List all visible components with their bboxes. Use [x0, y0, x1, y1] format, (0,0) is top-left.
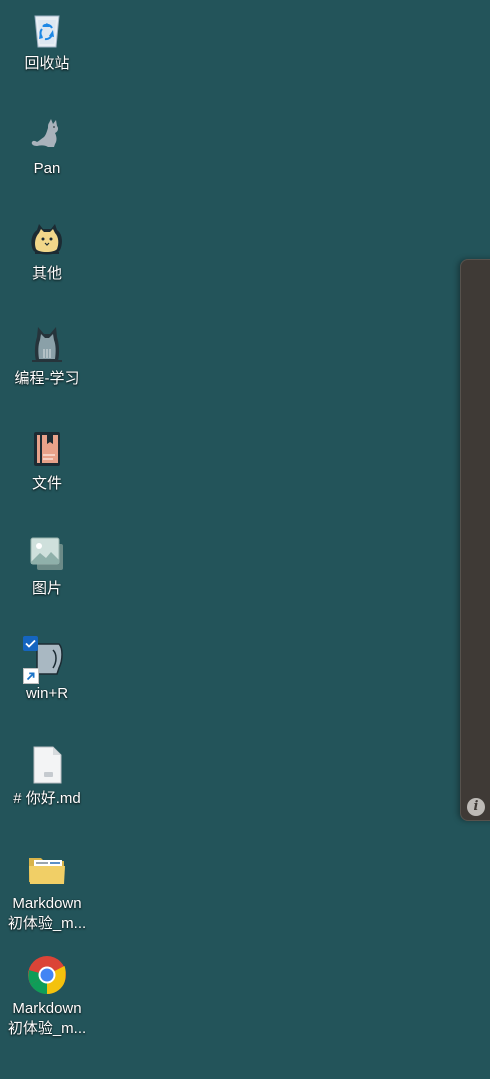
desktop-icon-label: # 你好.md — [13, 790, 81, 807]
yellow-cat-icon — [27, 220, 67, 260]
check-icon — [23, 636, 38, 651]
desktop-icon-win-r[interactable]: win+R — [2, 636, 92, 704]
desktop-icon-label: Pan — [33, 160, 61, 177]
desktop-icon-label: Markdown 初体验_m... — [7, 1000, 87, 1037]
grey-cat-icon — [27, 325, 67, 365]
desktop-icon-label: 回收站 — [24, 55, 70, 72]
desktop-icon-other[interactable]: 其他 — [2, 220, 92, 284]
desktop-icon-recycle-bin[interactable]: 回收站 — [2, 10, 92, 74]
recycle-bin-icon — [27, 10, 67, 50]
picture-icon — [27, 535, 67, 575]
desktop-icon-pan[interactable]: Pan — [2, 115, 92, 179]
cat-silhouette-icon — [27, 115, 67, 155]
desktop-icon-label: Markdown 初体验_m... — [7, 895, 87, 932]
desktop-icon-markdown-html[interactable]: Markdown 初体验_m... — [2, 955, 92, 1039]
side-panel[interactable]: i — [460, 259, 490, 821]
desktop-icon-label: 文件 — [31, 475, 62, 492]
shortcut-icon — [23, 636, 67, 684]
desktop-icon-pictures[interactable]: 图片 — [2, 535, 92, 599]
desktop: 回收站 Pan 其他 编程-学习 文件 图片 win+R # 你好.md Mar… — [0, 0, 490, 1079]
desktop-icon-label: 其他 — [31, 265, 62, 282]
desktop-icon-programming[interactable]: 编程-学习 — [2, 325, 92, 389]
desktop-icon-hello-md[interactable]: # 你好.md — [2, 745, 92, 809]
desktop-icon-markdown-folder[interactable]: Markdown 初体验_m... — [2, 850, 92, 934]
chrome-icon — [27, 955, 67, 995]
shortcut-arrow-icon — [23, 668, 39, 684]
desktop-icon-label: 编程-学习 — [14, 370, 80, 387]
folder-icon — [27, 850, 67, 890]
desktop-icon-files[interactable]: 文件 — [2, 430, 92, 494]
info-icon[interactable]: i — [467, 798, 485, 816]
markdown-file-icon — [27, 745, 67, 785]
desktop-icon-label: win+R — [25, 685, 69, 702]
desktop-icon-label: 图片 — [31, 580, 62, 597]
book-icon — [27, 430, 67, 470]
